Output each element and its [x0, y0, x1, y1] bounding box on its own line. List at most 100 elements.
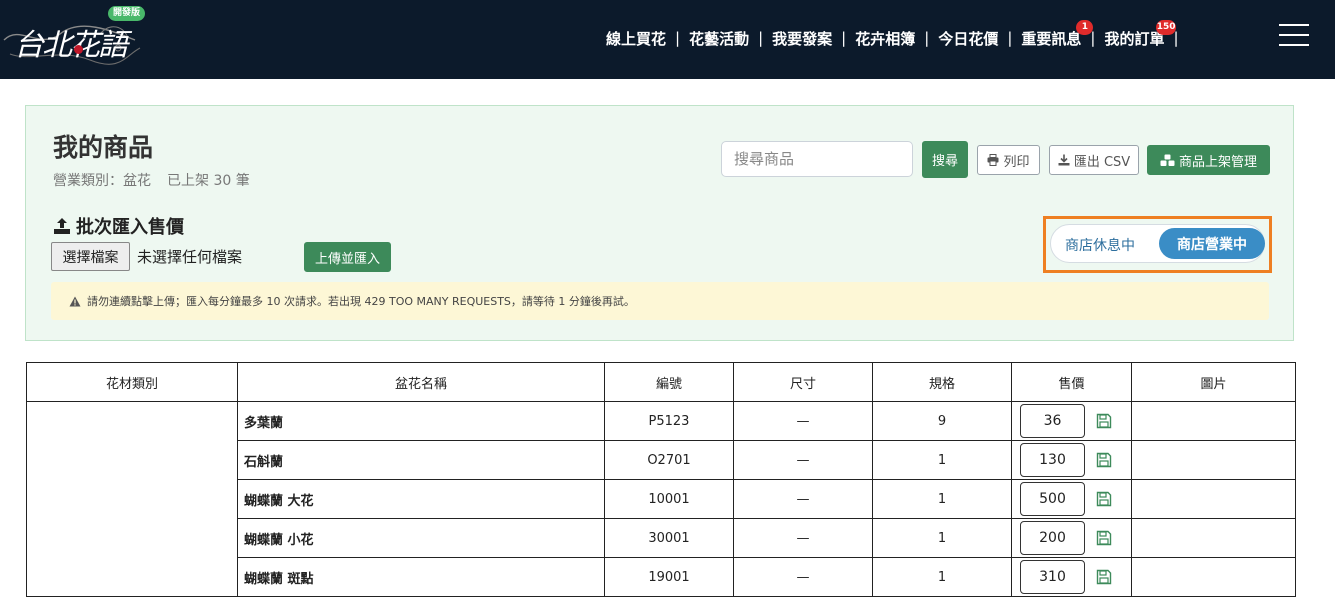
product-table: 花材類別 盆花名稱 編號 尺寸 規格 售價 圖片 多葉蘭 P5123 — 9 3… — [26, 362, 1296, 597]
hamburger-menu-icon[interactable] — [1279, 24, 1309, 46]
choose-file-label: 選擇檔案 — [62, 249, 119, 266]
search-button[interactable]: 搜尋 — [922, 141, 968, 178]
product-size: — — [733, 401, 873, 441]
header-price: 售價 — [1011, 362, 1132, 402]
product-code: O2701 — [604, 440, 734, 480]
header-image: 圖片 — [1131, 362, 1296, 402]
rate-limit-alert: 請勿連續點擊上傳；匯入每分鐘最多 10 次請求。若出現 429 TOO MANY… — [51, 282, 1269, 320]
product-name: 蝴蝶蘭 斑點 — [237, 557, 605, 597]
product-spec: 1 — [872, 557, 1012, 597]
nav-flower-album[interactable]: 花卉相簿 — [847, 28, 923, 49]
orders-count-badge: 150 — [1155, 19, 1177, 35]
nav-separator: | — [675, 29, 681, 47]
price-cell — [1011, 479, 1132, 519]
nav-buy-flowers[interactable]: 線上買花 — [598, 28, 674, 49]
file-status-text: 未選擇任何檔案 — [137, 248, 243, 266]
header-code: 編號 — [604, 362, 734, 402]
nav-buy-flowers-label: 線上買花 — [606, 29, 667, 48]
product-image — [1131, 479, 1296, 519]
logo-text: 台北花語 — [14, 28, 128, 63]
nav-today-price[interactable]: 今日花價 — [930, 28, 1006, 49]
price-input[interactable] — [1020, 560, 1085, 594]
floppy-disk-icon[interactable] — [1096, 569, 1112, 585]
price-input[interactable] — [1020, 482, 1085, 516]
cubes-icon — [1160, 154, 1175, 166]
header-name: 盆花名稱 — [237, 362, 605, 402]
product-image — [1131, 518, 1296, 558]
search-button-label: 搜尋 — [931, 154, 958, 169]
product-name: 蝴蝶蘭 小花 — [237, 518, 605, 558]
nav-flower-events-label: 花藝活動 — [689, 29, 750, 48]
price-cell — [1011, 401, 1132, 441]
product-size: — — [733, 557, 873, 597]
choose-file-button[interactable]: 選擇檔案 — [51, 242, 130, 271]
batch-import-title: 批次匯入售價 — [53, 213, 184, 239]
messages-count-badge: 1 — [1076, 19, 1094, 35]
product-image — [1131, 557, 1296, 597]
warning-icon — [69, 296, 81, 306]
export-csv-button[interactable]: 匯出 CSV — [1049, 145, 1139, 175]
search-input[interactable] — [721, 141, 913, 177]
product-listing-manage-label: 商品上架管理 — [1178, 154, 1257, 170]
nav-post-job[interactable]: 我要發案 — [764, 28, 840, 49]
product-name: 蝴蝶蘭 大花 — [237, 479, 605, 519]
product-listing-manage-button[interactable]: 商品上架管理 — [1147, 145, 1270, 175]
batch-import-title-text: 批次匯入售價 — [76, 217, 184, 238]
table-header-row: 花材類別 盆花名稱 編號 尺寸 規格 售價 圖片 — [26, 362, 1296, 402]
print-button-label: 列印 — [1003, 154, 1030, 170]
floppy-disk-icon[interactable] — [1096, 413, 1112, 429]
nav-separator: | — [924, 29, 930, 47]
nav-separator: | — [1007, 29, 1013, 47]
product-size: — — [733, 518, 873, 558]
price-cell — [1011, 518, 1132, 558]
page-title: 我的商品 — [53, 133, 154, 162]
store-status-highlight: 商店休息中 商店營業中 — [1043, 216, 1272, 273]
floppy-disk-icon[interactable] — [1096, 491, 1112, 507]
price-input[interactable] — [1020, 443, 1085, 477]
export-csv-button-label: 匯出 CSV — [1073, 154, 1131, 170]
nav-separator: | — [841, 29, 847, 47]
price-input[interactable] — [1020, 521, 1085, 555]
product-size: — — [733, 440, 873, 480]
hamburger-line — [1279, 44, 1309, 46]
category-cell — [26, 401, 238, 597]
business-category: 營業類別：盆花 — [53, 173, 151, 189]
store-open-option[interactable]: 商店營業中 — [1159, 228, 1265, 259]
floppy-disk-icon[interactable] — [1096, 530, 1112, 546]
product-spec: 1 — [872, 518, 1012, 558]
nav-flower-album-label: 花卉相簿 — [855, 29, 916, 48]
hamburger-line — [1279, 24, 1309, 26]
print-button[interactable]: 列印 — [977, 145, 1040, 175]
nav-flower-events[interactable]: 花藝活動 — [681, 28, 757, 49]
product-spec: 1 — [872, 479, 1012, 519]
upload-icon — [54, 218, 70, 234]
rate-limit-alert-text: 請勿連續點擊上傳；匯入每分鐘最多 10 次請求。若出現 429 TOO MANY… — [87, 295, 635, 308]
nav-my-orders-label: 我的訂單 — [1104, 29, 1165, 48]
product-image — [1131, 401, 1296, 441]
top-navbar: 台北花語 開發版 線上買花 | 花藝活動 | 我要發案 | 花卉相簿 | 今日花… — [0, 0, 1335, 79]
price-input[interactable] — [1020, 404, 1085, 438]
nav-my-orders[interactable]: 我的訂單 150 — [1096, 19, 1177, 49]
product-spec: 9 — [872, 401, 1012, 441]
site-logo[interactable]: 台北花語 開發版 — [0, 4, 150, 72]
product-spec: 1 — [872, 440, 1012, 480]
nav-important-messages-label: 重要訊息 — [1021, 29, 1082, 48]
price-cell — [1011, 557, 1132, 597]
nav-important-messages[interactable]: 重要訊息 1 — [1013, 19, 1094, 49]
upload-import-button[interactable]: 上傳並匯入 — [304, 242, 391, 272]
page-subtitle: 營業類別：盆花 已上架 30 筆 — [53, 170, 250, 190]
hamburger-line — [1279, 34, 1309, 36]
store-closed-option[interactable]: 商店休息中 — [1065, 235, 1135, 255]
table-row: 多葉蘭 P5123 — 9 — [26, 401, 1296, 597]
floppy-disk-icon[interactable] — [1096, 452, 1112, 468]
price-cell — [1011, 440, 1132, 480]
download-icon — [1058, 154, 1070, 166]
dev-badge: 開發版 — [108, 6, 146, 21]
main-nav: 線上買花 | 花藝活動 | 我要發案 | 花卉相簿 | 今日花價 | 重要訊息 1… — [598, 19, 1180, 50]
store-status-toggle[interactable]: 商店休息中 商店營業中 — [1050, 224, 1265, 263]
listed-count: 已上架 30 筆 — [167, 173, 250, 189]
store-open-label: 商店營業中 — [1177, 236, 1247, 253]
product-name: 多葉蘭 — [237, 401, 605, 441]
product-code: 19001 — [604, 557, 734, 597]
header-category: 花材類別 — [26, 362, 238, 402]
